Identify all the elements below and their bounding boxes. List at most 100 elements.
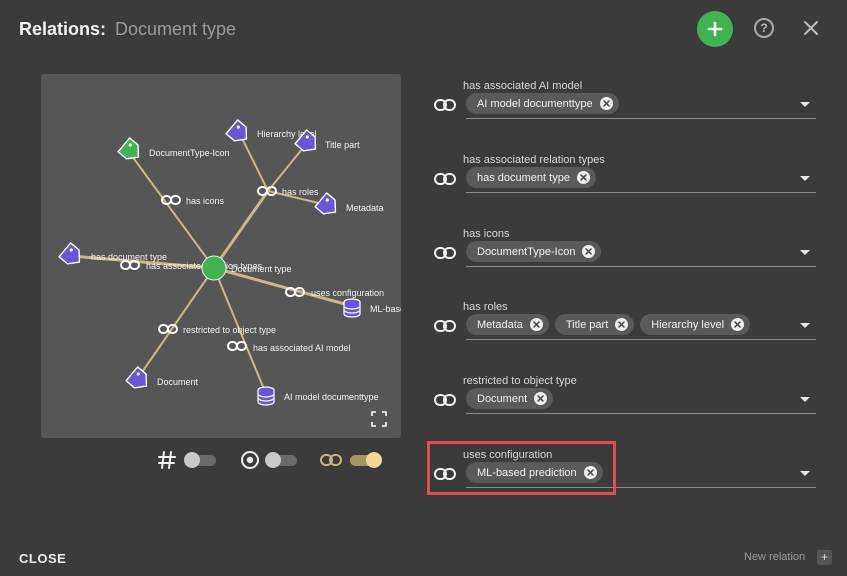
- add-relation-button[interactable]: [697, 11, 733, 47]
- relation-label: restricted to object type: [463, 375, 577, 387]
- relation-label: has associated relation types: [463, 154, 605, 166]
- chevron-down-icon[interactable]: [800, 250, 810, 255]
- value-chip[interactable]: Title part: [554, 314, 635, 335]
- value-chip[interactable]: has document type: [466, 167, 596, 188]
- field-underline: [466, 413, 816, 414]
- database-icon: [343, 298, 361, 318]
- relation-value-chips[interactable]: Metadata Title part Hierarchy level: [466, 314, 751, 335]
- field-underline: [466, 266, 816, 267]
- graph-node-title-part[interactable]: Title part: [294, 129, 360, 157]
- value-chip[interactable]: Hierarchy level: [640, 314, 751, 335]
- node-label: has document type: [91, 252, 167, 262]
- close-icon: [734, 321, 741, 328]
- dialog-title: Relations:: [19, 19, 107, 39]
- edge-restricted-to-object-type[interactable]: restricted to object type: [158, 324, 276, 335]
- chip-label: Hierarchy level: [651, 318, 725, 331]
- value-chip[interactable]: DocumentType-Icon: [466, 241, 602, 262]
- toggle-show-ids[interactable]: [158, 448, 220, 472]
- new-relation-label[interactable]: New relation: [744, 551, 805, 563]
- field-underline: [466, 192, 816, 193]
- remove-value-button[interactable]: [599, 97, 613, 110]
- relation-value-chips[interactable]: has document type: [466, 167, 596, 188]
- chip-label: Title part: [565, 318, 609, 331]
- remove-value-button[interactable]: [731, 318, 745, 331]
- close-button[interactable]: CLOSE: [19, 551, 66, 566]
- remove-value-button[interactable]: [534, 392, 548, 405]
- hash-icon: [158, 451, 176, 469]
- remove-value-button[interactable]: [529, 318, 543, 331]
- relation-row: has icons DocumentType-Icon: [430, 228, 820, 272]
- center-node-label: Document type: [231, 264, 292, 274]
- dialog-subtitle: Document type: [115, 19, 237, 39]
- close-icon: [533, 321, 540, 328]
- edge-label: uses configuration: [311, 288, 384, 298]
- close-dialog-button[interactable]: [800, 17, 822, 39]
- edge-label: has associated AI model: [253, 343, 351, 353]
- close-icon: [537, 395, 544, 402]
- tag-icon: [314, 192, 342, 220]
- edge-has-icons[interactable]: has icons: [161, 195, 225, 206]
- tag-icon: [117, 137, 145, 165]
- chevron-down-icon[interactable]: [800, 176, 810, 181]
- relation-label: has associated AI model: [463, 80, 583, 92]
- remove-value-button[interactable]: [582, 245, 596, 258]
- database-icon: [257, 386, 275, 406]
- close-icon: [602, 100, 610, 107]
- node-label: Metadata: [346, 203, 384, 213]
- chevron-down-icon[interactable]: [800, 323, 810, 328]
- chevron-down-icon[interactable]: [800, 102, 810, 107]
- help-icon: ?: [760, 21, 768, 35]
- graph-node-ml-based[interactable]: ML-based: [343, 298, 401, 318]
- chevron-down-icon[interactable]: [800, 397, 810, 402]
- relation-value-chips[interactable]: DocumentType-Icon: [466, 241, 602, 262]
- relation-row: has associated relation types has documen…: [430, 154, 820, 198]
- edge-label: has icons: [186, 196, 225, 206]
- relation-label: has roles: [463, 301, 508, 313]
- remove-value-button[interactable]: [615, 318, 629, 331]
- relation-graph-panel[interactable]: has icons has roles has associated relat…: [41, 74, 401, 438]
- node-label: ML-based: [370, 304, 401, 314]
- relation-row: has roles Metadata Title part Hierarchy lev…: [430, 301, 820, 345]
- close-icon: [580, 174, 587, 181]
- relation-label: has icons: [463, 228, 510, 240]
- link-icon: [434, 247, 456, 259]
- value-chip[interactable]: Metadata: [466, 314, 549, 335]
- toggle-focus-mode[interactable]: [240, 448, 302, 472]
- chip-label: Document: [477, 392, 528, 405]
- close-icon: [585, 248, 593, 255]
- field-underline: [466, 339, 816, 340]
- edge-has-roles[interactable]: has roles: [257, 186, 319, 197]
- relation-value-chips[interactable]: Document: [466, 388, 554, 409]
- relation-row: restricted to object type Document: [430, 375, 820, 419]
- tag-icon: [125, 366, 153, 394]
- close-icon: [804, 21, 818, 35]
- new-relation-plus-button[interactable]: +: [817, 550, 832, 565]
- chevron-down-icon[interactable]: [800, 471, 810, 476]
- edge-has-associated-ai-model[interactable]: has associated AI model: [227, 341, 351, 353]
- chip-label: AI model documenttype: [477, 97, 593, 110]
- relation-row: has associated AI model AI model document…: [430, 80, 820, 124]
- link-icon: [320, 454, 342, 466]
- help-button[interactable]: ?: [754, 18, 774, 38]
- graph-node-ai-model-documenttype[interactable]: AI model documenttype: [257, 386, 379, 406]
- link-icon: [434, 99, 456, 111]
- node-label: DocumentType-Icon: [149, 148, 230, 158]
- edge-label: has roles: [282, 187, 319, 197]
- toggle-show-relations[interactable]: [320, 448, 384, 472]
- value-chip[interactable]: AI model documenttype: [466, 93, 619, 114]
- graph-node-document[interactable]: Document: [125, 366, 199, 394]
- node-label: Title part: [325, 140, 360, 150]
- chip-label: has document type: [477, 171, 570, 184]
- link-icon: [434, 394, 456, 406]
- highlight-box: [427, 441, 616, 495]
- value-chip[interactable]: Document: [466, 388, 554, 409]
- node-label: Document: [157, 377, 199, 387]
- edge-label: restricted to object type: [183, 325, 276, 335]
- remove-value-button[interactable]: [576, 171, 590, 184]
- relation-value-chips[interactable]: AI model documenttype: [466, 93, 619, 114]
- link-icon: [434, 173, 456, 185]
- fullscreen-icon[interactable]: [371, 411, 387, 427]
- graph-node-metadata[interactable]: Metadata: [314, 192, 384, 220]
- link-icon: [434, 320, 456, 332]
- chip-label: DocumentType-Icon: [477, 245, 576, 258]
